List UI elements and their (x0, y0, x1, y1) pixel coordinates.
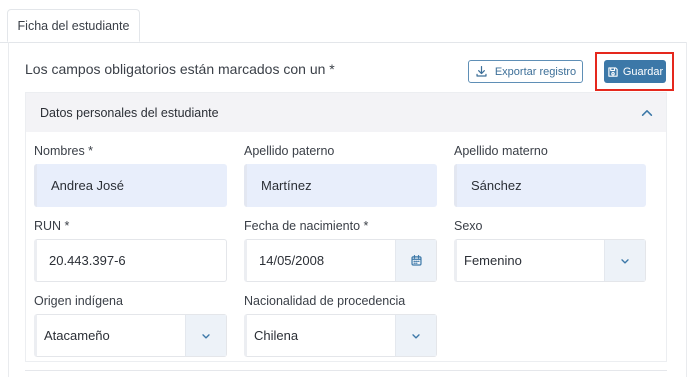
calendar-icon[interactable] (395, 240, 436, 281)
export-button-label: Exportar registro (494, 65, 577, 78)
required-fields-note: Los campos obligatorios están marcados c… (25, 61, 335, 77)
origen-indigena-select[interactable]: Atacameño (34, 314, 227, 357)
export-button[interactable]: Exportar registro (468, 60, 583, 83)
apellido-materno-field[interactable]: Sánchez (454, 164, 646, 207)
nacionalidad-label: Nacionalidad de procedencia (244, 294, 406, 308)
run-field[interactable]: 20.443.397-6 (34, 239, 227, 282)
chevron-down-icon[interactable] (395, 315, 436, 356)
download-icon (475, 65, 488, 78)
nacionalidad-value: Chilena (254, 328, 299, 343)
nombres-value: Andrea José (51, 178, 124, 193)
fecha-nacimiento-label: Fecha de nacimiento * (244, 219, 369, 233)
section-title: Datos personales del estudiante (40, 105, 219, 120)
section-divider (25, 370, 667, 371)
apellido-paterno-field[interactable]: Martínez (244, 164, 437, 207)
chevron-down-icon[interactable] (185, 315, 226, 356)
save-button[interactable]: Guardar (604, 60, 666, 83)
origen-indigena-value: Atacameño (44, 328, 110, 343)
apellido-materno-label: Apellido materno (454, 144, 548, 158)
origen-indigena-label: Origen indígena (34, 294, 123, 308)
save-button-label: Guardar (622, 65, 664, 78)
sexo-select[interactable]: Femenino (454, 239, 646, 282)
chevron-up-icon[interactable] (640, 106, 654, 120)
run-label: RUN * (34, 219, 70, 233)
apellido-paterno-value: Martínez (261, 178, 312, 193)
tab-bar: Ficha del estudiante (0, 0, 687, 43)
nombres-field[interactable]: Andrea José (34, 164, 227, 207)
apellido-materno-value: Sánchez (471, 178, 522, 193)
nombres-label: Nombres * (34, 144, 94, 158)
sexo-value: Femenino (464, 253, 522, 268)
section-header[interactable]: Datos personales del estudiante (26, 93, 666, 132)
nacionalidad-select[interactable]: Chilena (244, 314, 437, 357)
run-value: 20.443.397-6 (49, 253, 126, 268)
fecha-nacimiento-field[interactable]: 14/05/2008 (244, 239, 437, 282)
tab-label: Ficha del estudiante (17, 18, 130, 33)
sexo-label: Sexo (454, 219, 483, 233)
apellido-paterno-label: Apellido paterno (244, 144, 335, 158)
chevron-down-icon[interactable] (604, 240, 645, 281)
fecha-nacimiento-value: 14/05/2008 (259, 253, 325, 268)
tab-ficha-del-estudiante[interactable]: Ficha del estudiante (7, 9, 140, 42)
floppy-disk-icon (607, 66, 619, 78)
